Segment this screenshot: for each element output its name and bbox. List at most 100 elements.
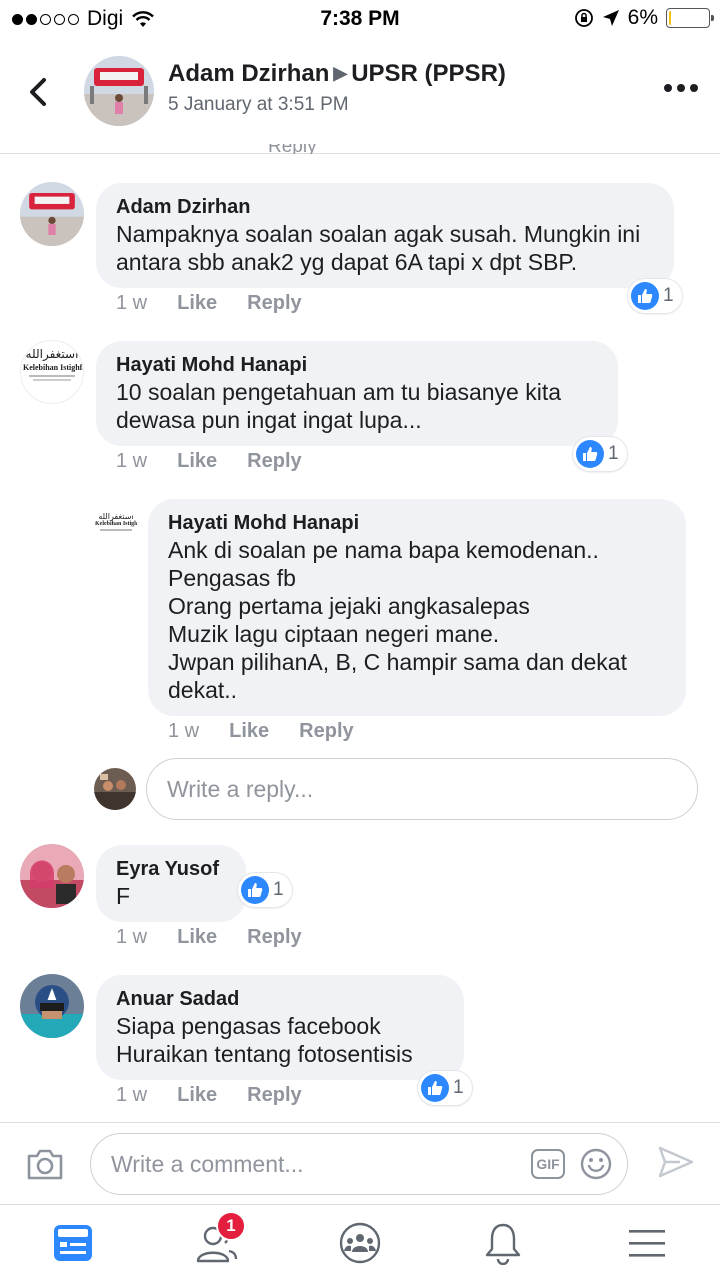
more-options-button[interactable] (664, 84, 698, 92)
comment-avatar[interactable]: أستغفرالله Kelebihan Istighfa (20, 340, 84, 404)
svg-text:A: A (47, 988, 57, 1003)
tab-news-feed[interactable] (48, 1219, 98, 1267)
orientation-lock-icon (574, 9, 593, 27)
carrier-signal: Digi (12, 7, 155, 31)
reaction-count[interactable]: 1 (418, 1071, 472, 1105)
group-name[interactable]: UPSR (PPSR) (351, 60, 506, 87)
comment-bubble: Hayati Mohd Hanapi 10 soalan pengetahuan… (96, 341, 618, 446)
like-link[interactable]: Like (229, 720, 269, 743)
like-link[interactable]: Like (177, 1084, 217, 1107)
post-header: Adam Dzirhan ▶ UPSR (PPSR) 5 January at 3:… (0, 36, 720, 154)
reaction-count[interactable]: 1 (628, 279, 682, 313)
reply-link[interactable]: Reply (247, 450, 301, 473)
thumbs-up-icon (241, 876, 269, 904)
reaction-number: 1 (663, 285, 674, 306)
reaction-number: 1 (453, 1077, 464, 1098)
reply-input[interactable]: Write a reply... (146, 758, 698, 820)
friend-request-badge: 1 (216, 1211, 246, 1241)
notifications-icon (485, 1223, 521, 1265)
reply-link[interactable]: Reply (247, 292, 301, 315)
comment-input[interactable]: Write a comment... GIF (90, 1133, 628, 1195)
comment-bubble: Eyra Yusof F (96, 845, 246, 922)
tab-groups[interactable] (335, 1219, 385, 1267)
comment-avatar[interactable] (20, 182, 84, 246)
like-link[interactable]: Like (177, 926, 217, 949)
current-user-avatar (94, 768, 136, 810)
post-timestamp: 5 January at 3:51 PM (168, 94, 349, 115)
comment-bubble: Anuar Sadad Siapa pengasas facebook Hura… (96, 975, 464, 1080)
camera-button[interactable] (26, 1147, 64, 1186)
comment-time: 1 w (116, 926, 148, 948)
comment-actions: 1 w Like Reply (116, 1084, 302, 1107)
comment-text: Siapa pengasas facebook Huraikan tentang… (116, 1013, 413, 1067)
avatar-caption: Kelebihan Istighfa (23, 363, 84, 372)
gif-button[interactable]: GIF (531, 1149, 565, 1179)
comment-author[interactable]: Hayati Mohd Hanapi (168, 510, 666, 536)
chevron-left-icon (30, 78, 46, 106)
reply-link[interactable]: Reply (247, 926, 301, 949)
comment-time: 1 w (116, 1084, 148, 1106)
camera-icon (27, 1149, 63, 1180)
menu-icon (629, 1230, 665, 1257)
reaction-number: 1 (608, 443, 619, 464)
comment-avatar[interactable]: A (20, 974, 84, 1038)
post-author-name[interactable]: Adam Dzirhan (168, 60, 329, 87)
reply-link[interactable]: Reply (247, 1084, 301, 1107)
comment-author[interactable]: Anuar Sadad (116, 986, 444, 1012)
battery-percent: 6% (627, 6, 658, 29)
reaction-number: 1 (273, 879, 284, 900)
comment-text: F (116, 883, 131, 909)
comment-actions: 1 w Like Reply (116, 450, 302, 473)
tab-notifications[interactable] (478, 1219, 528, 1267)
comment-text: 10 soalan pengetahuan am tu biasanye kit… (116, 379, 561, 433)
send-button[interactable] (658, 1145, 694, 1184)
comment-text: Nampaknya soalan soalan agak susah. Mung… (116, 221, 641, 275)
like-link[interactable]: Like (177, 450, 217, 473)
emoji-button[interactable] (579, 1147, 613, 1187)
like-link[interactable]: Like (177, 292, 217, 315)
comment-author[interactable]: Eyra Yusof (116, 856, 226, 882)
reply-link[interactable]: Reply (299, 720, 353, 743)
cut-off-reply-link: Reply (268, 144, 328, 154)
battery-icon (666, 8, 714, 28)
comment-text: Ank di soalan pe nama bapa kemodenan.. P… (168, 537, 627, 703)
signal-strength-icon (12, 13, 79, 25)
back-button[interactable] (24, 72, 58, 112)
reply-avatar[interactable]: أستغفرالله Kelebihan Istighfa (94, 508, 138, 552)
groups-icon (339, 1222, 381, 1264)
bottom-tab-bar: 1 (0, 1204, 720, 1280)
status-right: 6% (574, 6, 714, 30)
comment-composer: Write a comment... GIF (0, 1122, 720, 1204)
smiley-icon (580, 1148, 612, 1180)
comment-actions: 1 w Like Reply (168, 720, 354, 743)
comment-actions: 1 w Like Reply (116, 926, 302, 949)
comment-time: 1 w (116, 292, 148, 314)
tab-friend-requests[interactable]: 1 (192, 1211, 246, 1267)
reaction-count[interactable]: 1 (238, 873, 292, 907)
triangle-right-icon: ▶ (333, 63, 348, 83)
author-avatar[interactable] (84, 56, 154, 126)
comment-author[interactable]: Hayati Mohd Hanapi (116, 352, 598, 378)
comment-placeholder: Write a comment... (111, 1150, 304, 1177)
send-icon (658, 1146, 694, 1178)
comment-bubble: Adam Dzirhan Nampaknya soalan soalan aga… (96, 183, 674, 288)
comment-time: 1 w (116, 450, 148, 472)
comment-author[interactable]: Adam Dzirhan (116, 194, 654, 220)
wifi-icon (132, 11, 155, 27)
avatar-arabic-text: أستغفرالله (25, 347, 79, 361)
location-arrow-icon (602, 10, 619, 26)
thumbs-up-icon (576, 440, 604, 468)
carrier-name: Digi (87, 7, 124, 30)
thumbs-up-icon (421, 1074, 449, 1102)
news-feed-icon (54, 1225, 92, 1261)
post-title: Adam Dzirhan ▶ UPSR (PPSR) (168, 60, 506, 88)
avatar-arabic-text: أستغفرالله (98, 512, 134, 521)
reply-bubble: Hayati Mohd Hanapi Ank di soalan pe nama… (148, 499, 686, 716)
status-bar: Digi 7:38 PM 6% (0, 0, 720, 36)
reaction-count[interactable]: 1 (573, 437, 627, 471)
comment-time: 1 w (168, 720, 200, 742)
comment-avatar[interactable] (20, 844, 84, 908)
tab-menu[interactable] (622, 1219, 672, 1267)
thumbs-up-icon (631, 282, 659, 310)
avatar-caption: Kelebihan Istighfa (95, 521, 138, 527)
